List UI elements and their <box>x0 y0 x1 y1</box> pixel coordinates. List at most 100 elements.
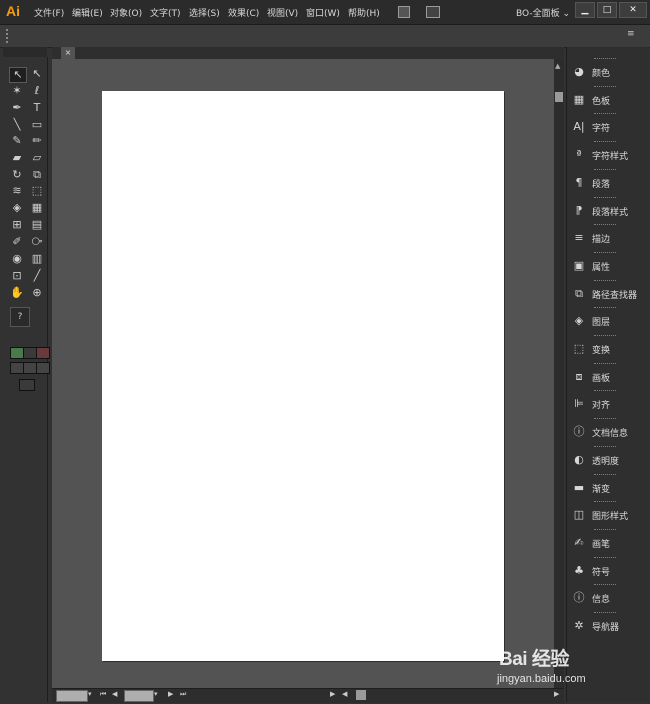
control-bar-menu-icon[interactable]: ≡ <box>627 29 635 39</box>
draw-behind-button[interactable] <box>23 362 37 374</box>
panel-artboards[interactable]: ⧈ 画板 <box>566 362 648 389</box>
last-artboard-button[interactable]: ⏭ <box>180 690 186 699</box>
first-artboard-button[interactable]: ⏮ <box>100 690 106 699</box>
perspective-grid-tool[interactable]: ▦ <box>29 201 45 215</box>
next-artboard-button[interactable]: ▶ <box>168 690 173 698</box>
panel-grip[interactable] <box>594 168 616 172</box>
arrange-documents-icon[interactable] <box>426 6 440 18</box>
mesh-tool[interactable]: ⊞ <box>9 218 25 232</box>
direct-selection-tool[interactable]: ↖ <box>29 67 45 81</box>
panel-symbols[interactable]: ♣ 符号 <box>566 556 648 583</box>
artboard-number-field[interactable] <box>124 690 154 702</box>
zoom-field[interactable] <box>56 690 88 702</box>
blob-brush-tool[interactable]: ▰ <box>9 151 25 165</box>
menu-help[interactable]: 帮助(H) <box>348 6 380 19</box>
artboard-tool[interactable]: ⊡ <box>9 269 25 283</box>
panel-color[interactable]: ◕ 颜色 <box>566 57 648 84</box>
type-tool[interactable]: T <box>29 101 45 115</box>
menu-select[interactable]: 选择(S) <box>189 6 220 19</box>
bridge-icon[interactable] <box>398 6 410 18</box>
screen-mode-button[interactable] <box>19 379 35 391</box>
hand-tool[interactable]: ✋ <box>9 286 25 300</box>
control-bar-grip[interactable] <box>6 29 10 43</box>
magic-wand-tool[interactable]: ✶ <box>9 84 25 98</box>
rotate-tool[interactable]: ↻ <box>9 168 25 182</box>
pen-tool[interactable]: ✒ <box>9 101 25 115</box>
close-icon[interactable]: × <box>61 47 75 59</box>
zoom-tool[interactable]: ⊕ <box>29 286 45 300</box>
warp-tool[interactable]: ≋ <box>9 184 25 198</box>
column-graph-tool[interactable]: ▥ <box>29 252 45 266</box>
eraser-tool[interactable]: ▱ <box>29 151 45 165</box>
panel-grip[interactable] <box>594 335 616 338</box>
panel-gradient[interactable]: ▬ 渐变 <box>566 473 648 500</box>
minimize-button[interactable]: ▁ <box>575 2 595 18</box>
panel-grip[interactable] <box>594 141 616 144</box>
scroll-left-button[interactable]: ◀ <box>342 690 347 698</box>
menu-effect[interactable]: 效果(C) <box>228 6 259 19</box>
panel-character-styles[interactable]: ª 字符样式 <box>566 140 648 167</box>
draw-normal-button[interactable] <box>10 362 24 374</box>
symbol-sprayer-tool[interactable]: ◉ <box>9 252 25 266</box>
menu-edit[interactable]: 编辑(E) <box>72 6 103 19</box>
panel-paragraph-styles[interactable]: ⁋ 段落样式 <box>566 196 648 223</box>
menu-object[interactable]: 对象(O) <box>110 6 142 19</box>
zoom-dropdown-icon[interactable]: ▾ <box>88 690 92 698</box>
line-tool[interactable]: ╲ <box>9 118 25 132</box>
workspace-switcher[interactable]: BO-全面板 ⌄ <box>516 6 570 19</box>
panel-info[interactable]: ⓘ 信息 <box>566 583 648 610</box>
panel-grip[interactable] <box>594 279 616 283</box>
panel-navigator[interactable]: ✲ 导航器 <box>566 611 648 638</box>
panel-grip[interactable] <box>594 584 616 587</box>
tools-panel-header[interactable] <box>3 47 47 57</box>
panel-grip[interactable] <box>594 501 616 504</box>
menu-view[interactable]: 视图(V) <box>267 6 298 19</box>
panel-brushes[interactable]: ✍ 画笔 <box>566 528 648 555</box>
panel-layers[interactable]: ◈ 图层 <box>566 306 648 333</box>
close-button[interactable]: ✕ <box>619 2 647 18</box>
panel-grip[interactable] <box>594 445 616 449</box>
maximize-button[interactable]: □ <box>597 2 617 18</box>
panel-swatches[interactable]: ▦ 色板 <box>566 85 648 112</box>
vertical-scrollbar[interactable] <box>554 59 564 688</box>
status-menu-button[interactable]: ▶ <box>330 690 335 698</box>
slice-tool[interactable]: ╱ <box>29 269 45 283</box>
panel-document-info[interactable]: ⓘ 文档信息 <box>566 417 648 444</box>
fill-stroke-indicator[interactable]: ? <box>10 307 30 327</box>
panel-stroke[interactable]: ≡ 描边 <box>566 223 648 250</box>
blend-tool[interactable]: ⧂ <box>29 235 45 249</box>
panel-grip[interactable] <box>594 85 616 89</box>
panel-attributes[interactable]: ▣ 属性 <box>566 251 648 278</box>
panel-grip[interactable] <box>594 251 616 255</box>
panel-transform[interactable]: ⬚ 变换 <box>566 334 648 361</box>
horizontal-scroll-thumb[interactable] <box>356 690 366 700</box>
panel-grip[interactable] <box>594 473 616 477</box>
panel-grip[interactable] <box>594 58 616 61</box>
menu-file[interactable]: 文件(F) <box>34 6 64 19</box>
gradient-mode-button[interactable] <box>23 347 37 359</box>
menu-window[interactable]: 窗口(W) <box>306 6 340 19</box>
prev-artboard-button[interactable]: ◀ <box>112 690 117 698</box>
panel-grip[interactable] <box>594 612 616 615</box>
panel-grip[interactable] <box>594 307 616 310</box>
scroll-up-icon[interactable]: ▲ <box>555 62 560 70</box>
free-transform-tool[interactable]: ⬚ <box>29 184 45 198</box>
none-mode-button[interactable] <box>36 347 50 359</box>
rectangle-tool[interactable]: ▭ <box>29 118 45 132</box>
panel-align[interactable]: ⊫ 对齐 <box>566 389 648 416</box>
draw-inside-button[interactable] <box>36 362 50 374</box>
panel-grip[interactable] <box>594 362 616 366</box>
panel-grip[interactable] <box>594 418 616 421</box>
panel-grip[interactable] <box>594 556 616 560</box>
pencil-tool[interactable]: ✏ <box>29 134 45 148</box>
color-mode-button[interactable] <box>10 347 24 359</box>
scale-tool[interactable]: ⧉ <box>29 168 45 182</box>
eyedropper-tool[interactable]: ✐ <box>9 235 25 249</box>
paintbrush-tool[interactable]: ✎ <box>9 134 25 148</box>
panel-character[interactable]: A| 字符 <box>566 112 648 139</box>
selection-tool[interactable]: ↖ <box>9 67 27 83</box>
gradient-tool[interactable]: ▤ <box>29 218 45 232</box>
panel-transparency[interactable]: ◐ 透明度 <box>566 445 648 472</box>
panel-paragraph[interactable]: ¶ 段落 <box>566 168 648 195</box>
artboard-dropdown-icon[interactable]: ▾ <box>154 690 158 698</box>
